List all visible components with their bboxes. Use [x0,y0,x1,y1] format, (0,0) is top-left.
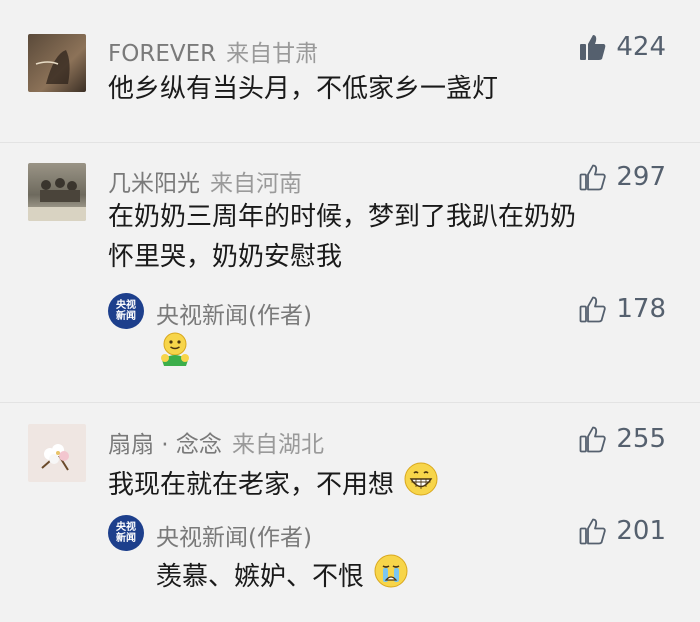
comment-meta: 几米阳光 来自河南 [108,164,302,198]
author-avatar[interactable]: 央视 新闻 [108,293,144,329]
grinning-emoji [402,460,440,511]
avatar[interactable] [28,34,86,92]
crying-emoji [372,552,410,603]
avatar-text-top: 央视 [116,300,136,311]
location-label: 来自河南 [210,171,302,197]
thumbs-up-filled-icon [580,35,606,60]
comment-text-line-1: 在奶奶三周年的时候，梦到了我趴在奶奶 [108,202,577,232]
comment-meta: FOREVER 来自甘肃 [108,34,318,68]
like-count: 201 [616,516,666,546]
thumbs-up-icon [579,518,607,545]
like-button[interactable]: 297 [578,162,666,192]
author-avatar[interactable]: 央视 新闻 [108,515,144,551]
thumbs-up-icon [579,296,607,323]
divider [0,142,700,143]
reply-meta: 央视新闻(作者) [156,518,312,552]
like-count: 297 [616,162,666,192]
like-button[interactable]: 424 [578,32,666,62]
comment-text-content: 我现在就在老家，不用想 [108,470,395,500]
like-button[interactable]: 201 [578,516,666,546]
hug-emoji [156,330,194,372]
avatar-text-bottom: 新闻 [116,533,136,544]
location-label: 来自甘肃 [226,41,319,67]
reply-text: 羡慕、嫉妒、不恨 [156,552,410,603]
reply-username[interactable]: 央视新闻(作者) [156,525,312,551]
username[interactable]: FOREVER [108,41,216,67]
username[interactable]: 扇扇 · 念念 [108,432,222,458]
like-count: 255 [616,424,666,454]
avatar[interactable] [28,424,86,482]
avatar-text-bottom: 新闻 [116,311,136,322]
avatar-text-top: 央视 [116,522,136,533]
reply-text-content: 羡慕、嫉妒、不恨 [156,562,365,592]
location-label: 来自湖北 [231,432,324,458]
reply-username[interactable]: 央视新闻(作者) [156,303,312,329]
username[interactable]: 几米阳光 [108,171,200,197]
like-count: 424 [616,32,666,62]
thumbs-up-icon [579,426,607,453]
comment-text-line-2: 怀里哭，奶奶安慰我 [108,242,343,272]
comment-text: 他乡纵有当头月，不低家乡一盏灯 [108,74,499,104]
like-button[interactable]: 178 [578,294,666,324]
avatar[interactable] [28,163,86,221]
thumbs-up-icon [579,164,607,191]
divider [0,402,700,403]
comment-meta: 扇扇 · 念念 来自湖北 [108,425,324,459]
like-button[interactable]: 255 [578,424,666,454]
like-count: 178 [616,294,666,324]
comment-text: 我现在就在老家，不用想 [108,460,440,511]
reply-meta: 央视新闻(作者) [156,296,312,330]
